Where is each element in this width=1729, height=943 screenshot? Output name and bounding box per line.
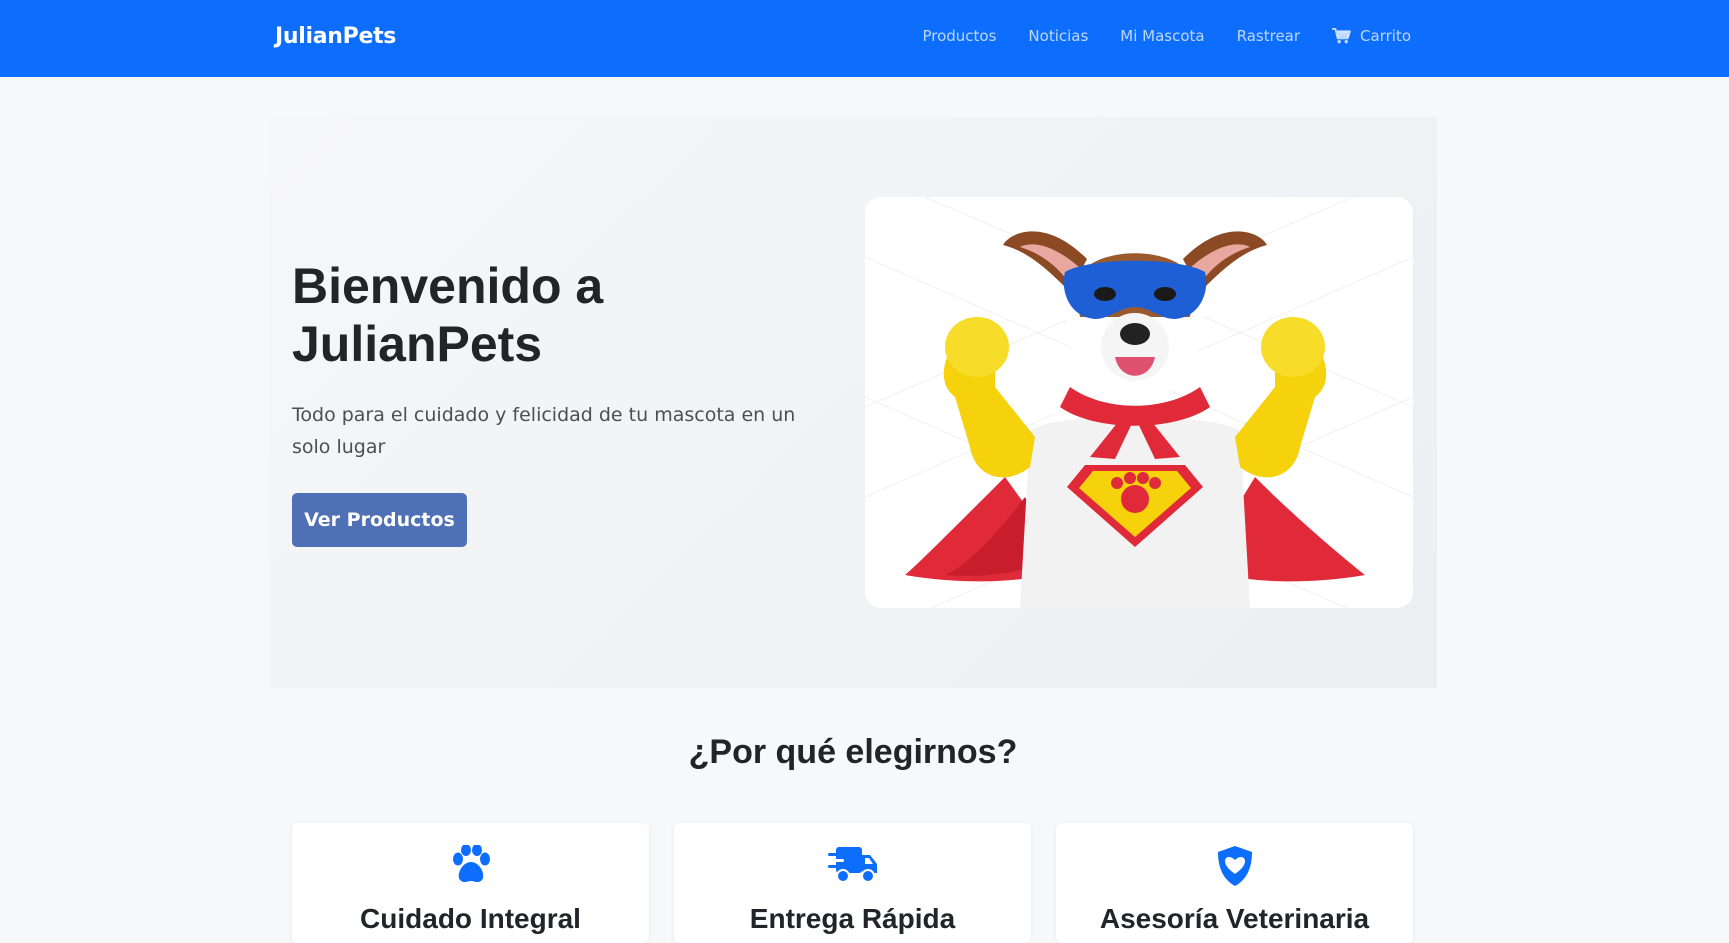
feature-card-asesoria: Asesoría Veterinaria xyxy=(1056,823,1413,943)
feature-card-cuidado: Cuidado Integral xyxy=(292,823,649,943)
feature-card-title: Cuidado Integral xyxy=(360,903,581,934)
hero-title: Bienvenido a JulianPets xyxy=(292,258,604,372)
nav-link-noticias[interactable]: Noticias xyxy=(1028,27,1088,45)
section-title: ¿Por qué elegirnos? xyxy=(688,733,1018,771)
brand-logo[interactable]: JulianPets xyxy=(275,24,396,49)
nav-link-label: Productos xyxy=(922,27,997,45)
paw-icon xyxy=(452,845,490,883)
nav-link-label: Rastrear xyxy=(1236,27,1301,45)
nav-link-label: Carrito xyxy=(1360,27,1411,45)
truck-icon xyxy=(827,847,877,883)
nav-link-carrito[interactable]: Carrito xyxy=(1332,27,1411,45)
feature-card-title: Asesoría Veterinaria xyxy=(1099,903,1370,934)
hero-subtitle: Todo para el cuidado y felicidad de tu m… xyxy=(292,404,796,458)
feature-card-entrega: Entrega Rápida xyxy=(674,823,1031,943)
superhero-dog-illustration xyxy=(865,197,1413,608)
nav-link-rastrear[interactable]: Rastrear xyxy=(1237,27,1300,45)
hero-section: Bienvenido a JulianPets Todo para el cui… xyxy=(269,117,1437,688)
nav-link-label: Mi Mascota xyxy=(1120,27,1205,45)
ver-productos-button[interactable]: Ver Productos xyxy=(292,493,467,547)
cart-icon xyxy=(1332,28,1351,44)
nav-link-productos[interactable]: Productos xyxy=(922,27,996,45)
nav-links: Productos Noticias Mi Mascota Rastrear C… xyxy=(922,27,1411,45)
shield-heart-icon xyxy=(1217,846,1252,886)
nav-link-label: Noticias xyxy=(1028,27,1089,45)
conoce-mas-button[interactable]: Conoce más xyxy=(499,493,639,547)
hero-dog-image xyxy=(865,197,1413,608)
feature-card-title: Entrega Rápida xyxy=(749,903,956,934)
nav-link-mi-mascota[interactable]: Mi Mascota xyxy=(1120,27,1204,45)
navbar: JulianPets Productos Noticias Mi Mascota… xyxy=(0,0,1729,77)
